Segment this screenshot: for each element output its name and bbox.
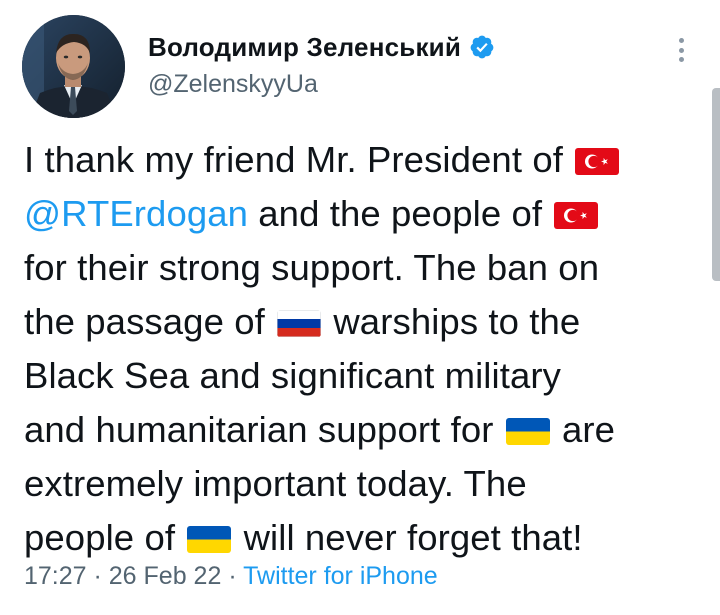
tweet-metadata: 17:27 · 26 Feb 22 · Twitter for iPhone xyxy=(24,562,438,591)
meta-separator: · xyxy=(86,562,109,590)
tweet-text: I thank my friend Mr. President of @RTEr… xyxy=(24,133,704,565)
tweet-text-fragment: I thank my friend Mr. President of xyxy=(24,139,574,180)
tweet-text-fragment: people of xyxy=(24,517,186,558)
russia-flag-icon xyxy=(277,310,322,337)
tweet-text-fragment: will never forget that! xyxy=(233,517,583,558)
tweet-source-link[interactable]: Twitter for iPhone xyxy=(243,562,438,590)
turkey-flag-icon xyxy=(554,202,599,229)
verified-badge-icon xyxy=(469,34,495,60)
tweet-text-fragment: warships to the xyxy=(323,301,581,342)
more-dot xyxy=(678,57,684,62)
tweet-line: extremely important today. The xyxy=(24,463,527,504)
tweet-line: I thank my friend Mr. President of xyxy=(24,133,704,187)
author-name-row: Володимир Зеленський xyxy=(148,30,495,64)
mention-link[interactable]: @RTErdogan xyxy=(24,193,248,234)
tweet-time[interactable]: 17:27 xyxy=(24,562,87,590)
scrollbar-thumb[interactable] xyxy=(712,88,720,281)
tweet-text-fragment: are xyxy=(551,409,616,450)
author-avatar[interactable] xyxy=(22,15,125,118)
avatar-photo-icon xyxy=(22,15,125,118)
tweet-text-fragment: and the people of xyxy=(248,193,553,234)
author-name[interactable]: Володимир Зеленський xyxy=(148,32,461,63)
tweet-card: Володимир Зеленський @ZelenskyyUa I than… xyxy=(0,0,720,615)
more-dot xyxy=(678,38,684,43)
more-dot xyxy=(678,47,684,53)
more-options-icon[interactable] xyxy=(671,36,691,64)
tweet-text-fragment: and humanitarian support for xyxy=(24,409,504,450)
author-block: Володимир Зеленський @ZelenskyyUa xyxy=(148,30,495,99)
tweet-line: @RTErdogan and the people of xyxy=(24,187,704,241)
tweet-text-fragment: the passage of xyxy=(24,301,276,342)
tweet-line: the passage of warships to the xyxy=(24,295,704,349)
tweet-line: people of will never forget that! xyxy=(24,511,704,565)
ukraine-flag-icon xyxy=(187,526,232,553)
tweet-line: for their strong support. The ban on xyxy=(24,247,600,288)
tweet-line: and humanitarian support for are xyxy=(24,403,704,457)
meta-separator: · xyxy=(221,562,244,590)
ukraine-flag-icon xyxy=(505,418,550,445)
author-handle[interactable]: @ZelenskyyUa xyxy=(148,70,495,99)
tweet-line: Black Sea and significant military xyxy=(24,355,561,396)
tweet-date[interactable]: 26 Feb 22 xyxy=(109,562,222,590)
turkey-flag-icon xyxy=(575,148,620,175)
